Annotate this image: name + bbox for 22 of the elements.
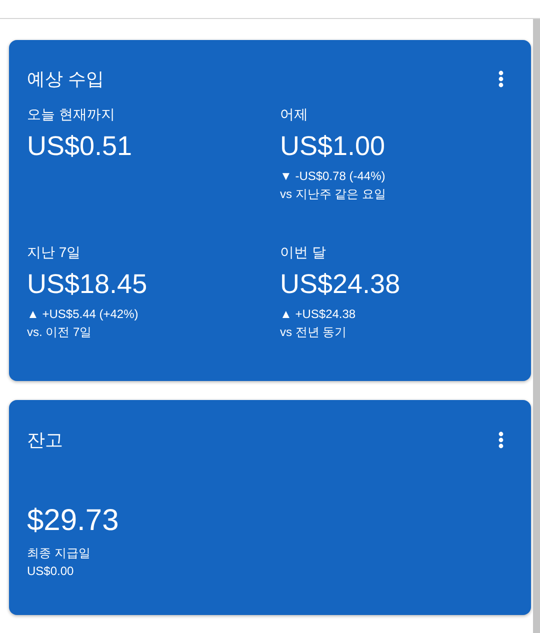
scrollbar[interactable] <box>533 19 540 633</box>
comparison-text: vs. 이전 7일 <box>27 324 92 341</box>
metric-label: 지난 7일 <box>27 243 81 261</box>
metric-label: 오늘 현재까지 <box>27 105 115 123</box>
metric-value: US$0.51 <box>27 130 132 163</box>
last-payment-value: US$0.00 <box>27 563 74 580</box>
change-text: ▼ -US$0.78 (-44%) <box>280 168 386 185</box>
comparison-text: vs 전년 동기 <box>280 324 347 341</box>
card-title: 예상 수입 <box>27 68 104 91</box>
metric-label: 이번 달 <box>280 243 326 261</box>
change-text: ▲ +US$24.38 <box>280 306 356 323</box>
metric-value: US$1.00 <box>280 130 386 163</box>
more-options-icon[interactable] <box>498 431 504 449</box>
metric-label: 어제 <box>280 105 308 123</box>
balance-value: $29.73 <box>27 504 119 538</box>
change-text: ▲ +US$5.44 (+42%) <box>27 306 138 323</box>
metric-value: US$24.38 <box>280 268 400 301</box>
more-options-icon[interactable] <box>498 70 504 88</box>
last-payment-label: 최종 지급일 <box>27 545 90 562</box>
metric-value: US$18.45 <box>27 268 148 301</box>
card-title: 잔고 <box>27 429 63 452</box>
comparison-text: vs 지난주 같은 요일 <box>280 186 386 203</box>
